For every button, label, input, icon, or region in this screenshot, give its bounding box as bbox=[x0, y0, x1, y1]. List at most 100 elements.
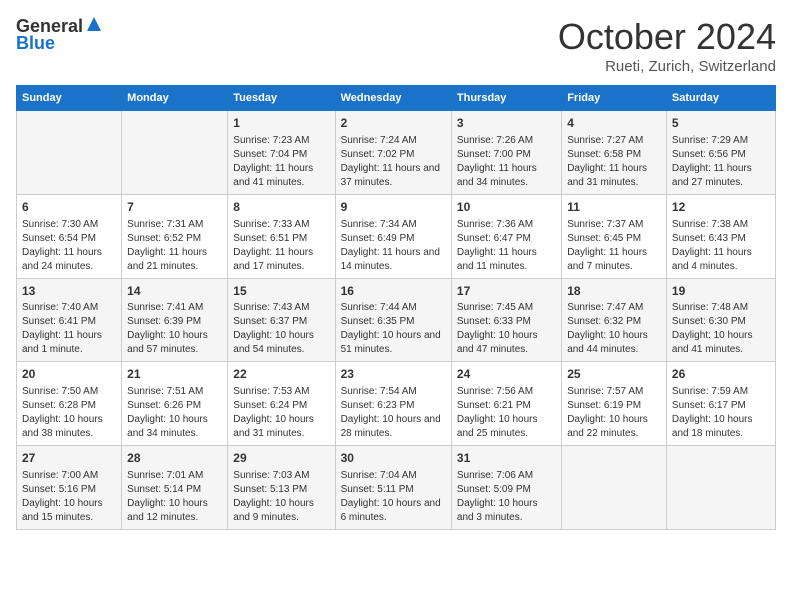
calendar-cell: 28Sunrise: 7:01 AM Sunset: 5:14 PM Dayli… bbox=[122, 446, 228, 530]
day-info: Sunrise: 7:33 AM Sunset: 6:51 PM Dayligh… bbox=[233, 218, 329, 274]
day-number: 15 bbox=[233, 283, 329, 300]
day-number: 13 bbox=[22, 283, 116, 300]
day-number: 4 bbox=[567, 115, 661, 132]
day-info: Sunrise: 7:01 AM Sunset: 5:14 PM Dayligh… bbox=[127, 469, 222, 525]
day-header-sunday: Sunday bbox=[17, 86, 122, 111]
calendar-table: SundayMondayTuesdayWednesdayThursdayFrid… bbox=[16, 85, 776, 530]
day-number: 21 bbox=[127, 366, 222, 383]
day-number: 22 bbox=[233, 366, 329, 383]
calendar-cell: 17Sunrise: 7:45 AM Sunset: 6:33 PM Dayli… bbox=[451, 278, 561, 362]
day-info: Sunrise: 7:47 AM Sunset: 6:32 PM Dayligh… bbox=[567, 301, 661, 357]
calendar-cell: 15Sunrise: 7:43 AM Sunset: 6:37 PM Dayli… bbox=[228, 278, 335, 362]
day-number: 12 bbox=[672, 199, 770, 216]
day-info: Sunrise: 7:43 AM Sunset: 6:37 PM Dayligh… bbox=[233, 301, 329, 357]
day-number: 16 bbox=[341, 283, 446, 300]
day-number: 29 bbox=[233, 450, 329, 467]
day-number: 20 bbox=[22, 366, 116, 383]
calendar-week-row: 20Sunrise: 7:50 AM Sunset: 6:28 PM Dayli… bbox=[17, 362, 776, 446]
day-number: 10 bbox=[457, 199, 556, 216]
day-number: 8 bbox=[233, 199, 329, 216]
calendar-cell: 25Sunrise: 7:57 AM Sunset: 6:19 PM Dayli… bbox=[562, 362, 667, 446]
logo-triangle-icon bbox=[86, 16, 102, 37]
day-header-monday: Monday bbox=[122, 86, 228, 111]
day-info: Sunrise: 7:29 AM Sunset: 6:56 PM Dayligh… bbox=[672, 134, 770, 190]
calendar-week-row: 27 Sunrise: 7:00 AM Sunset: 5:16 PM Dayli… bbox=[17, 446, 776, 530]
calendar-cell: 6 Sunrise: 7:30 AM Sunset: 6:54 PM Daylig… bbox=[17, 194, 122, 278]
calendar-cell: 8 Sunrise: 7:33 AM Sunset: 6:51 PM Daylig… bbox=[228, 194, 335, 278]
calendar-cell: 2 Sunrise: 7:24 AM Sunset: 7:02 PM Daylig… bbox=[335, 111, 451, 195]
calendar-cell: 24Sunrise: 7:56 AM Sunset: 6:21 PM Dayli… bbox=[451, 362, 561, 446]
calendar-cell bbox=[17, 111, 122, 195]
day-number: 3 bbox=[457, 115, 556, 132]
month-title: October 2024 bbox=[558, 16, 776, 58]
day-info: Sunrise: 7:03 AM Sunset: 5:13 PM Dayligh… bbox=[233, 469, 329, 525]
calendar-cell: 7Sunrise: 7:31 AM Sunset: 6:52 PM Daylig… bbox=[122, 194, 228, 278]
day-number: 19 bbox=[672, 283, 770, 300]
calendar-cell bbox=[122, 111, 228, 195]
calendar-cell: 4 Sunrise: 7:27 AM Sunset: 6:58 PM Daylig… bbox=[562, 111, 667, 195]
day-number: 11 bbox=[567, 199, 661, 216]
calendar-cell: 23 Sunrise: 7:54 AM Sunset: 6:23 PM Dayli… bbox=[335, 362, 451, 446]
day-info: Sunrise: 7:27 AM Sunset: 6:58 PM Dayligh… bbox=[567, 134, 661, 190]
day-number: 27 bbox=[22, 450, 116, 467]
calendar-week-row: 13Sunrise: 7:40 AM Sunset: 6:41 PM Dayli… bbox=[17, 278, 776, 362]
calendar-cell: 20Sunrise: 7:50 AM Sunset: 6:28 PM Dayli… bbox=[17, 362, 122, 446]
day-number: 6 bbox=[22, 199, 116, 216]
day-number: 17 bbox=[457, 283, 556, 300]
calendar-cell: 18Sunrise: 7:47 AM Sunset: 6:32 PM Dayli… bbox=[562, 278, 667, 362]
day-info: Sunrise: 7:06 AM Sunset: 5:09 PM Dayligh… bbox=[457, 469, 556, 525]
day-header-wednesday: Wednesday bbox=[335, 86, 451, 111]
day-info: Sunrise: 7:41 AM Sunset: 6:39 PM Dayligh… bbox=[127, 301, 222, 357]
day-info: Sunrise: 7:04 AM Sunset: 5:11 PM Dayligh… bbox=[341, 469, 446, 525]
day-header-thursday: Thursday bbox=[451, 86, 561, 111]
day-info: Sunrise: 7:45 AM Sunset: 6:33 PM Dayligh… bbox=[457, 301, 556, 357]
logo: General Blue bbox=[16, 16, 102, 54]
day-info: Sunrise: 7:48 AM Sunset: 6:30 PM Dayligh… bbox=[672, 301, 770, 357]
day-number: 2 bbox=[341, 115, 446, 132]
day-info: Sunrise: 7:24 AM Sunset: 7:02 PM Dayligh… bbox=[341, 134, 446, 190]
title-section: October 2024 Rueti, Zurich, Switzerland bbox=[558, 16, 776, 75]
day-number: 24 bbox=[457, 366, 556, 383]
day-info: Sunrise: 7:36 AM Sunset: 6:47 PM Dayligh… bbox=[457, 218, 556, 274]
calendar-header-row: SundayMondayTuesdayWednesdayThursdayFrid… bbox=[17, 86, 776, 111]
calendar-week-row: 1 Sunrise: 7:23 AM Sunset: 7:04 PM Daylig… bbox=[17, 111, 776, 195]
day-info: Sunrise: 7:34 AM Sunset: 6:49 PM Dayligh… bbox=[341, 218, 446, 274]
day-number: 26 bbox=[672, 366, 770, 383]
day-info: Sunrise: 7:37 AM Sunset: 6:45 PM Dayligh… bbox=[567, 218, 661, 274]
calendar-cell: 30Sunrise: 7:04 AM Sunset: 5:11 PM Dayli… bbox=[335, 446, 451, 530]
day-info: Sunrise: 7:00 AM Sunset: 5:16 PM Dayligh… bbox=[22, 469, 116, 525]
day-number: 9 bbox=[341, 199, 446, 216]
day-info: Sunrise: 7:53 AM Sunset: 6:24 PM Dayligh… bbox=[233, 385, 329, 441]
calendar-cell: 1 Sunrise: 7:23 AM Sunset: 7:04 PM Daylig… bbox=[228, 111, 335, 195]
calendar-cell: 5Sunrise: 7:29 AM Sunset: 6:56 PM Daylig… bbox=[666, 111, 775, 195]
calendar-cell: 13Sunrise: 7:40 AM Sunset: 6:41 PM Dayli… bbox=[17, 278, 122, 362]
calendar-cell: 29 Sunrise: 7:03 AM Sunset: 5:13 PM Dayli… bbox=[228, 446, 335, 530]
day-number: 7 bbox=[127, 199, 222, 216]
day-info: Sunrise: 7:23 AM Sunset: 7:04 PM Dayligh… bbox=[233, 134, 329, 190]
day-header-tuesday: Tuesday bbox=[228, 86, 335, 111]
calendar-cell: 16Sunrise: 7:44 AM Sunset: 6:35 PM Dayli… bbox=[335, 278, 451, 362]
day-info: Sunrise: 7:30 AM Sunset: 6:54 PM Dayligh… bbox=[22, 218, 116, 274]
day-number: 25 bbox=[567, 366, 661, 383]
calendar-cell: 14Sunrise: 7:41 AM Sunset: 6:39 PM Dayli… bbox=[122, 278, 228, 362]
calendar-cell bbox=[666, 446, 775, 530]
day-info: Sunrise: 7:26 AM Sunset: 7:00 PM Dayligh… bbox=[457, 134, 556, 190]
calendar-cell: 9 Sunrise: 7:34 AM Sunset: 6:49 PM Daylig… bbox=[335, 194, 451, 278]
calendar-cell: 11 Sunrise: 7:37 AM Sunset: 6:45 PM Dayli… bbox=[562, 194, 667, 278]
calendar-cell: 22 Sunrise: 7:53 AM Sunset: 6:24 PM Dayli… bbox=[228, 362, 335, 446]
calendar-cell: 31 Sunrise: 7:06 AM Sunset: 5:09 PM Dayli… bbox=[451, 446, 561, 530]
day-number: 23 bbox=[341, 366, 446, 383]
day-info: Sunrise: 7:38 AM Sunset: 6:43 PM Dayligh… bbox=[672, 218, 770, 274]
day-header-saturday: Saturday bbox=[666, 86, 775, 111]
calendar-cell: 26Sunrise: 7:59 AM Sunset: 6:17 PM Dayli… bbox=[666, 362, 775, 446]
day-info: Sunrise: 7:54 AM Sunset: 6:23 PM Dayligh… bbox=[341, 385, 446, 441]
day-number: 1 bbox=[233, 115, 329, 132]
calendar-cell: 12 Sunrise: 7:38 AM Sunset: 6:43 PM Dayli… bbox=[666, 194, 775, 278]
calendar-cell: 21Sunrise: 7:51 AM Sunset: 6:26 PM Dayli… bbox=[122, 362, 228, 446]
calendar-cell bbox=[562, 446, 667, 530]
calendar-cell: 3 Sunrise: 7:26 AM Sunset: 7:00 PM Daylig… bbox=[451, 111, 561, 195]
day-number: 31 bbox=[457, 450, 556, 467]
day-number: 14 bbox=[127, 283, 222, 300]
day-number: 18 bbox=[567, 283, 661, 300]
day-info: Sunrise: 7:40 AM Sunset: 6:41 PM Dayligh… bbox=[22, 301, 116, 357]
